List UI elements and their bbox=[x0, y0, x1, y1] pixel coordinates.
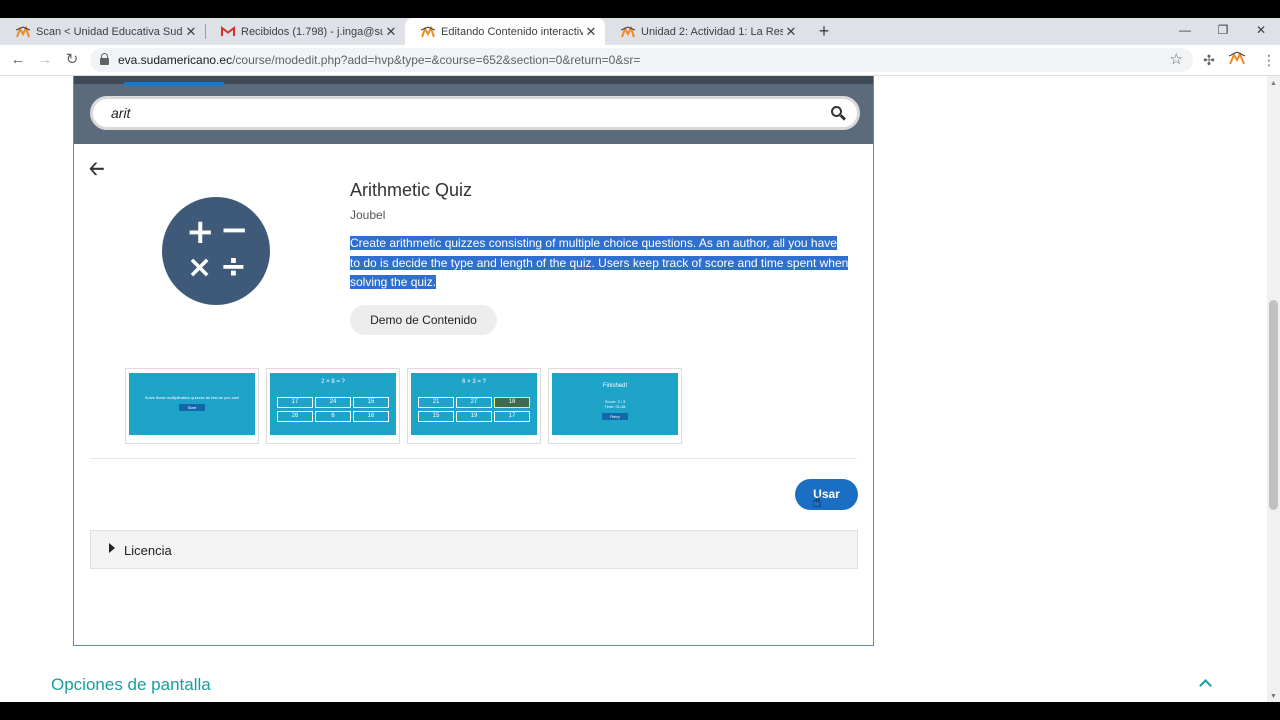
close-icon[interactable]: ✕ bbox=[583, 24, 599, 40]
profile-extension-icon[interactable] bbox=[1228, 51, 1246, 69]
h5p-hub-panel: arit 🡠 + − × ÷ Arithmetic Quiz Joubel Cr… bbox=[73, 76, 874, 646]
page-content: arit 🡠 + − × ÷ Arithmetic Quiz Joubel Cr… bbox=[0, 76, 1267, 702]
url-path: /course/modedit.php?add=hvp&type=&course… bbox=[232, 53, 641, 67]
screenshot-screen: 2 × 8 = ? 17 24 15 26 6 16 bbox=[270, 373, 396, 435]
screenshot-thumbnail[interactable]: 6 × 3 = ? 21 27 18 15 19 17 bbox=[407, 368, 541, 444]
screen-options-link[interactable]: Opciones de pantalla bbox=[51, 675, 211, 695]
tab-title: Unidad 2: Actividad 1: La Resta bbox=[641, 25, 783, 38]
letterbox-bottom bbox=[0, 702, 1280, 720]
answer-cell-highlighted: 18 bbox=[494, 397, 530, 408]
scroll-down-icon[interactable]: ▼ bbox=[1270, 693, 1277, 700]
tab-title: Recibidos (1.798) - j.inga@sudamericano.… bbox=[241, 25, 383, 38]
moodle-icon bbox=[621, 25, 635, 39]
divide-symbol: ÷ bbox=[220, 247, 247, 285]
answer-cell: 17 bbox=[494, 411, 530, 422]
content-title: Arithmetic Quiz bbox=[350, 180, 473, 200]
answer-cell: 6 bbox=[315, 411, 351, 422]
browser-tab-active[interactable]: Editando Contenido interactivo ✕ bbox=[405, 18, 605, 45]
answer-cell: 17 bbox=[277, 397, 313, 408]
bookmark-star-icon[interactable]: ☆ bbox=[1170, 50, 1183, 68]
minimize-button[interactable]: — bbox=[1166, 18, 1204, 45]
page-scrollbar[interactable]: ▲ ▼ bbox=[1267, 76, 1280, 702]
caret-right-icon bbox=[109, 543, 115, 553]
hub-header: arit bbox=[74, 76, 873, 144]
hub-search-input[interactable]: arit bbox=[90, 96, 860, 130]
close-icon[interactable]: ✕ bbox=[183, 24, 199, 40]
answer-cell: 15 bbox=[353, 397, 389, 408]
screenshot-heading: 6 × 3 = ? bbox=[462, 379, 486, 385]
screenshot-thumbnail[interactable]: Solve these multiplication quizzes as fa… bbox=[125, 368, 259, 444]
screenshot-heading: 2 × 8 = ? bbox=[321, 379, 345, 385]
scrollbar-thumb[interactable] bbox=[1269, 300, 1278, 510]
license-label: Licencia bbox=[124, 543, 172, 558]
moodle-icon bbox=[421, 25, 435, 39]
answer-cell: 26 bbox=[277, 411, 313, 422]
answer-cell: 24 bbox=[315, 397, 351, 408]
screenshot-thumbnail[interactable]: 2 × 8 = ? 17 24 15 26 6 16 bbox=[266, 368, 400, 444]
chevron-up-icon[interactable] bbox=[1198, 675, 1212, 689]
screenshot-screen: 6 × 3 = ? 21 27 18 15 19 17 bbox=[411, 373, 537, 435]
content-description: Create arithmetic quizzes consisting of … bbox=[350, 234, 850, 293]
url-host: eva.sudamericano.ec bbox=[118, 53, 233, 67]
answer-cell: 16 bbox=[353, 411, 389, 422]
screenshot-retry-button: Retry bbox=[602, 413, 628, 420]
screenshot-thumbnail[interactable]: Finished! Score: 2 / 3 Time: 01:46 Retry bbox=[548, 368, 682, 444]
extensions-puzzle-icon[interactable]: ✣ bbox=[1200, 51, 1218, 69]
answer-cell: 19 bbox=[456, 411, 492, 422]
screenshot-start-button: Start bbox=[179, 404, 205, 411]
search-icon[interactable] bbox=[831, 106, 847, 121]
browser-tab[interactable]: Recibidos (1.798) - j.inga@sudamericano.… bbox=[205, 18, 405, 45]
url-text: eva.sudamericano.ec/course/modedit.php?a… bbox=[118, 53, 640, 67]
arithmetic-quiz-logo-icon: + − × ÷ bbox=[162, 197, 270, 305]
address-bar[interactable]: eva.sudamericano.ec/course/modedit.php?a… bbox=[90, 48, 1193, 72]
new-tab-button[interactable]: + bbox=[815, 18, 833, 45]
reload-icon[interactable]: ↻ bbox=[61, 49, 83, 71]
maximize-button[interactable]: ❐ bbox=[1204, 18, 1242, 45]
moodle-icon bbox=[16, 25, 30, 39]
back-arrow-icon[interactable]: 🡠 bbox=[89, 160, 107, 179]
browser-tab[interactable]: Unidad 2: Actividad 1: La Resta ✕ bbox=[605, 18, 805, 45]
answer-cell: 27 bbox=[456, 397, 492, 408]
screenshot-screen: Finished! Score: 2 / 3 Time: 01:46 Retry bbox=[552, 373, 678, 435]
browser-toolbar: ← → ↻ eva.sudamericano.ec/course/modedit… bbox=[0, 45, 1280, 76]
demo-button[interactable]: Demo de Contenido bbox=[350, 305, 497, 335]
letterbox-top bbox=[0, 0, 1280, 18]
screenshot-screen: Solve these multiplication quizzes as fa… bbox=[129, 373, 255, 435]
minus-symbol: − bbox=[220, 210, 249, 250]
description-text: Create arithmetic quizzes consisting of … bbox=[350, 236, 849, 289]
forward-arrow-icon[interactable]: → bbox=[34, 49, 56, 71]
content-author: Joubel bbox=[350, 208, 386, 222]
divider bbox=[90, 458, 857, 459]
scroll-up-icon[interactable]: ▲ bbox=[1270, 80, 1277, 87]
active-tab-indicator bbox=[124, 82, 224, 85]
search-query-text[interactable]: arit bbox=[111, 105, 130, 121]
screenshot-heading: Solve these multiplication quizzes as fa… bbox=[144, 395, 240, 400]
times-symbol: × bbox=[187, 250, 213, 285]
answer-cell: 15 bbox=[418, 411, 454, 422]
license-accordion[interactable]: Licencia bbox=[90, 530, 858, 569]
tab-title: Editando Contenido interactivo bbox=[441, 25, 583, 38]
screen: Scan < Unidad Educativa Sudamericana ✕ R… bbox=[0, 0, 1280, 720]
close-icon[interactable]: ✕ bbox=[783, 24, 799, 40]
close-icon[interactable]: ✕ bbox=[383, 24, 399, 40]
tab-strip: Scan < Unidad Educativa Sudamericana ✕ R… bbox=[0, 18, 1280, 45]
browser-tab[interactable]: Scan < Unidad Educativa Sudamericana ✕ bbox=[0, 18, 205, 45]
screenshot-time: Time: 01:46 bbox=[604, 404, 626, 409]
hand-cursor-icon: ☝ bbox=[812, 494, 822, 511]
window-close-button[interactable]: ✕ bbox=[1242, 18, 1280, 45]
lock-icon bbox=[100, 53, 109, 66]
tab-title: Scan < Unidad Educativa Sudamericana bbox=[36, 25, 183, 38]
plus-symbol: + bbox=[186, 212, 215, 252]
menu-kebab-icon[interactable]: ⋮ bbox=[1260, 51, 1278, 69]
gmail-icon bbox=[221, 25, 235, 39]
back-arrow-icon[interactable]: ← bbox=[7, 49, 29, 71]
use-button[interactable]: Usar bbox=[795, 479, 858, 510]
screenshot-heading: Finished! bbox=[602, 383, 628, 389]
answer-cell: 21 bbox=[418, 397, 454, 408]
